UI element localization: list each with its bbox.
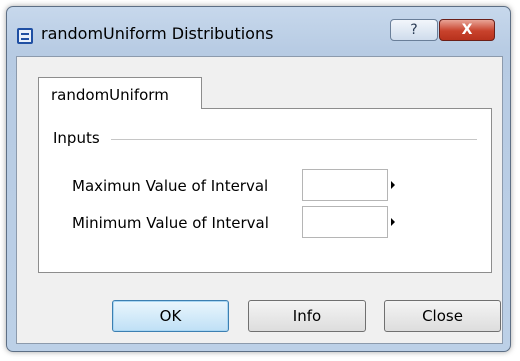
- max-value-label: Maximun Value of Interval: [72, 177, 269, 195]
- title-bar[interactable]: randomUniform Distributions ? X: [7, 7, 510, 53]
- window-close-button[interactable]: X: [439, 19, 495, 41]
- max-value-input[interactable]: [302, 169, 388, 201]
- max-value-arrow-icon[interactable]: [391, 181, 395, 189]
- dialog-body: randomUniform Inputs Maximun Value of In…: [16, 56, 503, 344]
- tab-panel: Inputs Maximun Value of Interval Minimum…: [38, 108, 492, 273]
- group-divider: [111, 139, 477, 140]
- window-title: randomUniform Distributions: [41, 24, 274, 43]
- ok-button[interactable]: OK: [112, 300, 229, 332]
- min-value-label: Minimum Value of Interval: [72, 214, 269, 232]
- info-button[interactable]: Info: [248, 300, 366, 332]
- tab-randomuniform[interactable]: randomUniform: [38, 77, 202, 109]
- help-button[interactable]: ?: [390, 19, 438, 41]
- dialog-window: randomUniform Distributions ? X randomUn…: [6, 6, 511, 352]
- inputs-group-label: Inputs: [53, 129, 104, 147]
- close-button[interactable]: Close: [384, 300, 501, 332]
- min-value-arrow-icon[interactable]: [391, 218, 395, 226]
- min-value-input[interactable]: [302, 206, 388, 238]
- app-icon: [17, 28, 33, 44]
